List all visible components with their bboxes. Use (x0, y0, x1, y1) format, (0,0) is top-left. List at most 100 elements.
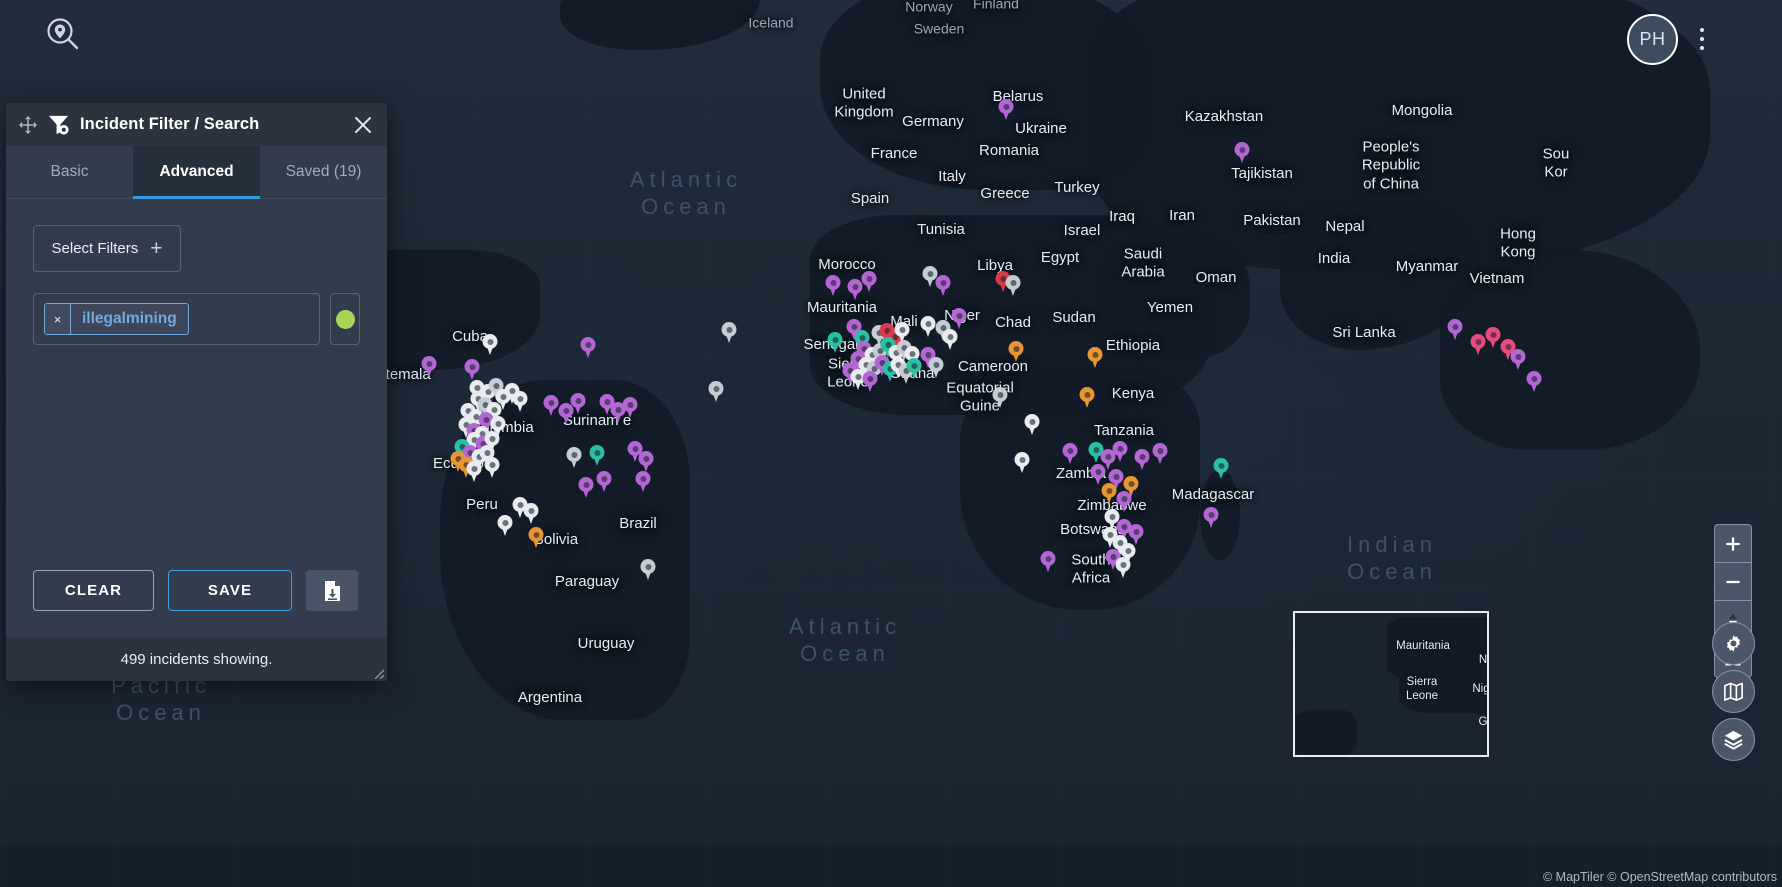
minimap-inset[interactable]: Mauritania Sierra Leone N Nig G (1293, 611, 1489, 757)
incident-pin[interactable] (861, 271, 877, 292)
incident-pin[interactable] (1128, 524, 1144, 545)
incident-pin[interactable] (951, 308, 967, 329)
incident-pin[interactable] (1115, 557, 1131, 578)
minimap-landmass (1295, 709, 1357, 755)
incident-pin[interactable] (906, 358, 922, 379)
zoom-in-button[interactable] (1715, 525, 1751, 563)
incident-pin[interactable] (570, 393, 586, 414)
incident-pin[interactable] (1090, 464, 1106, 485)
incident-count-status: 499 incidents showing. (6, 637, 387, 681)
save-button[interactable]: SAVE (168, 570, 292, 611)
incident-pin[interactable] (484, 457, 500, 478)
minimap-label: Mauritania (1396, 640, 1450, 653)
incident-pin[interactable] (1470, 334, 1486, 355)
incident-pin[interactable] (935, 275, 951, 296)
map-attribution: © MapTiler © OpenStreetMap contributors (1542, 870, 1777, 884)
incident-pin[interactable] (512, 391, 528, 412)
filter-chip-label: illegalmining (82, 310, 177, 327)
minimap-label: N (1478, 654, 1488, 667)
tab-saved[interactable]: Saved (19) (260, 146, 387, 198)
kebab-dot (1700, 46, 1704, 50)
incident-pin[interactable] (497, 515, 513, 536)
incident-pin[interactable] (1087, 347, 1103, 368)
incident-pin[interactable] (566, 447, 582, 468)
incident-pin[interactable] (578, 477, 594, 498)
clear-button[interactable]: CLEAR (33, 570, 154, 611)
incident-pin[interactable] (1152, 443, 1168, 464)
kebab-menu-icon[interactable] (1690, 20, 1714, 58)
panel-body: Select Filters + × illegalmining (6, 199, 387, 570)
tab-basic[interactable]: Basic (6, 146, 133, 198)
incident-pin[interactable] (1062, 443, 1078, 464)
incident-pin[interactable] (827, 332, 843, 353)
incident-pin[interactable] (1213, 458, 1229, 479)
panel-tabs[interactable]: Basic Advanced Saved (19) (6, 146, 387, 199)
incident-pin[interactable] (580, 337, 596, 358)
resize-grip-icon[interactable] (371, 666, 384, 679)
filter-gear-icon (48, 115, 69, 135)
incident-pin[interactable] (1112, 441, 1128, 462)
user-avatar[interactable]: PH (1627, 14, 1678, 65)
search-location-icon[interactable] (43, 14, 83, 54)
folded-map-icon[interactable] (1712, 670, 1755, 713)
incident-pin[interactable] (1134, 449, 1150, 470)
incident-pin[interactable] (1024, 414, 1040, 435)
incident-pin[interactable] (920, 316, 936, 337)
active-filter-row: × illegalmining (33, 293, 360, 345)
tab-advanced[interactable]: Advanced (133, 146, 260, 199)
kebab-dot (1700, 37, 1704, 41)
incident-pin[interactable] (638, 451, 654, 472)
incident-pin[interactable] (1234, 142, 1250, 163)
minimap-label: Sierra Leone (1406, 676, 1438, 702)
gear-icon[interactable] (1712, 622, 1755, 665)
incident-pin[interactable] (1526, 371, 1542, 392)
incident-pin[interactable] (862, 371, 878, 392)
incident-pin[interactable] (482, 334, 498, 355)
incident-pin[interactable] (466, 461, 482, 482)
incident-pin[interactable] (942, 329, 958, 350)
incident-pin[interactable] (992, 387, 1008, 408)
incident-pin[interactable] (1447, 319, 1463, 340)
incident-pin[interactable] (1005, 275, 1021, 296)
app-root: Iceland Norway Finland Sweden United Kingdom… (0, 0, 1782, 887)
panel-actions: CLEAR SAVE (6, 570, 387, 637)
incident-pin[interactable] (421, 356, 437, 377)
incident-pin[interactable] (622, 397, 638, 418)
incident-pin[interactable] (528, 527, 544, 548)
panel-title: Incident Filter / Search (80, 115, 260, 133)
incident-pin[interactable] (1014, 452, 1030, 473)
incident-pin[interactable] (998, 99, 1014, 120)
incident-pin[interactable] (1485, 327, 1501, 348)
filter-color-swatch[interactable] (335, 309, 355, 329)
layers-stack-icon[interactable] (1712, 718, 1755, 761)
file-download-icon[interactable] (306, 570, 358, 611)
select-filters-button[interactable]: Select Filters + (33, 225, 181, 272)
incident-pin[interactable] (523, 503, 539, 524)
incident-pin[interactable] (464, 359, 480, 380)
incident-filter-panel: Incident Filter / Search Basic Advanced … (6, 103, 387, 681)
incident-pin[interactable] (1008, 341, 1024, 362)
filter-chip-container[interactable]: × illegalmining (33, 293, 320, 345)
incident-pin[interactable] (596, 471, 612, 492)
incident-pin[interactable] (640, 559, 656, 580)
incident-pin[interactable] (589, 445, 605, 466)
incident-pin[interactable] (1203, 507, 1219, 528)
incident-pin[interactable] (1510, 349, 1526, 370)
zoom-out-button[interactable] (1715, 563, 1751, 601)
incident-pin[interactable] (1079, 387, 1095, 408)
filter-color-picker[interactable] (330, 293, 360, 345)
select-filters-label: Select Filters (51, 240, 139, 257)
incident-pin[interactable] (1040, 551, 1056, 572)
move-handle-icon[interactable] (19, 115, 37, 134)
incident-pin[interactable] (708, 381, 724, 402)
remove-filter-icon[interactable]: × (45, 304, 71, 334)
incident-pin[interactable] (635, 471, 651, 492)
filter-chip-illegalmining[interactable]: × illegalmining (44, 303, 189, 335)
incident-pin[interactable] (847, 279, 863, 300)
incident-pin[interactable] (543, 395, 559, 416)
incident-pin[interactable] (721, 322, 737, 343)
incident-pin[interactable] (928, 357, 944, 378)
close-icon[interactable] (351, 113, 375, 137)
incident-pin[interactable] (1101, 483, 1117, 504)
incident-pin[interactable] (825, 275, 841, 296)
